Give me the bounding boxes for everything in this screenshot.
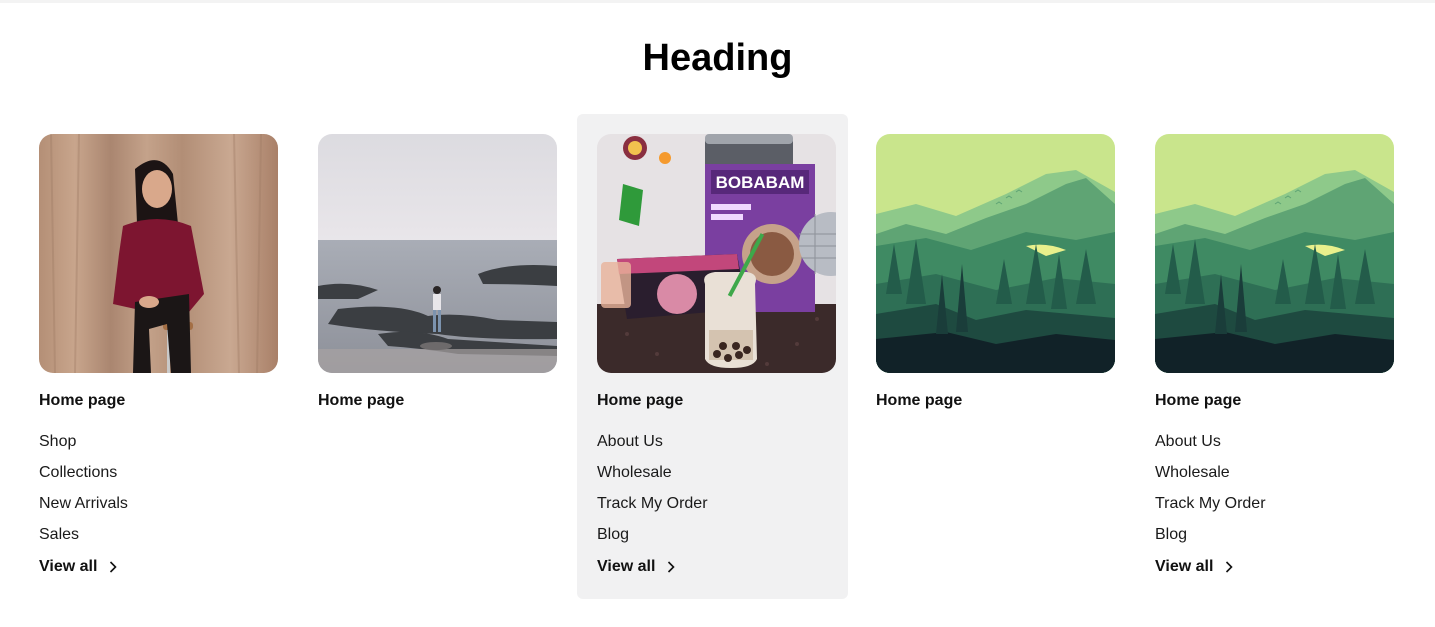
card-link-list: About Us Wholesale Track My Order Blog bbox=[597, 432, 708, 556]
link-blog[interactable]: Blog bbox=[597, 525, 708, 556]
link-sales[interactable]: Sales bbox=[39, 525, 128, 556]
menu-card-highlighted: BOBABAM Home page About Us Wholesale Tra… bbox=[577, 114, 848, 599]
card-image-seashore[interactable] bbox=[318, 134, 557, 373]
card-title[interactable]: Home page bbox=[876, 391, 962, 411]
menu-card: Home page Shop Collections New Arrivals … bbox=[19, 114, 290, 599]
link-track-my-order[interactable]: Track My Order bbox=[597, 494, 708, 525]
link-new-arrivals[interactable]: New Arrivals bbox=[39, 494, 128, 525]
view-all-label: View all bbox=[39, 558, 98, 575]
card-title[interactable]: Home page bbox=[318, 391, 404, 411]
view-all-label: View all bbox=[1155, 558, 1214, 575]
link-about-us[interactable]: About Us bbox=[1155, 432, 1266, 463]
menu-card: Home page About Us Wholesale Track My Or… bbox=[1135, 114, 1406, 599]
card-image-forest[interactable] bbox=[1155, 134, 1394, 373]
menu-card: Home page bbox=[298, 114, 569, 599]
link-wholesale[interactable]: Wholesale bbox=[1155, 463, 1266, 494]
menu-card: Home page bbox=[856, 114, 1127, 599]
view-all-label: View all bbox=[597, 558, 656, 575]
link-collections[interactable]: Collections bbox=[39, 463, 128, 494]
link-wholesale[interactable]: Wholesale bbox=[597, 463, 708, 494]
chevron-right-icon bbox=[1226, 561, 1234, 573]
chevron-right-icon bbox=[110, 561, 118, 573]
card-title[interactable]: Home page bbox=[597, 391, 683, 411]
card-link-list: Shop Collections New Arrivals Sales bbox=[39, 432, 128, 556]
link-blog[interactable]: Blog bbox=[1155, 525, 1266, 556]
card-title[interactable]: Home page bbox=[39, 391, 125, 411]
view-all-link[interactable]: View all bbox=[597, 557, 676, 577]
view-all-link[interactable]: View all bbox=[1155, 557, 1234, 577]
card-image-boba-kit[interactable]: BOBABAM bbox=[597, 134, 836, 373]
chevron-right-icon bbox=[668, 561, 676, 573]
product-logo: BOBABAM bbox=[716, 173, 805, 192]
card-image-woman[interactable] bbox=[39, 134, 278, 373]
card-link-list: About Us Wholesale Track My Order Blog bbox=[1155, 432, 1266, 556]
menu-cards: Home page Shop Collections New Arrivals … bbox=[0, 0, 1435, 627]
link-about-us[interactable]: About Us bbox=[597, 432, 708, 463]
card-image-forest[interactable] bbox=[876, 134, 1115, 373]
view-all-link[interactable]: View all bbox=[39, 557, 118, 577]
link-track-my-order[interactable]: Track My Order bbox=[1155, 494, 1266, 525]
card-title[interactable]: Home page bbox=[1155, 391, 1241, 411]
link-shop[interactable]: Shop bbox=[39, 432, 128, 463]
